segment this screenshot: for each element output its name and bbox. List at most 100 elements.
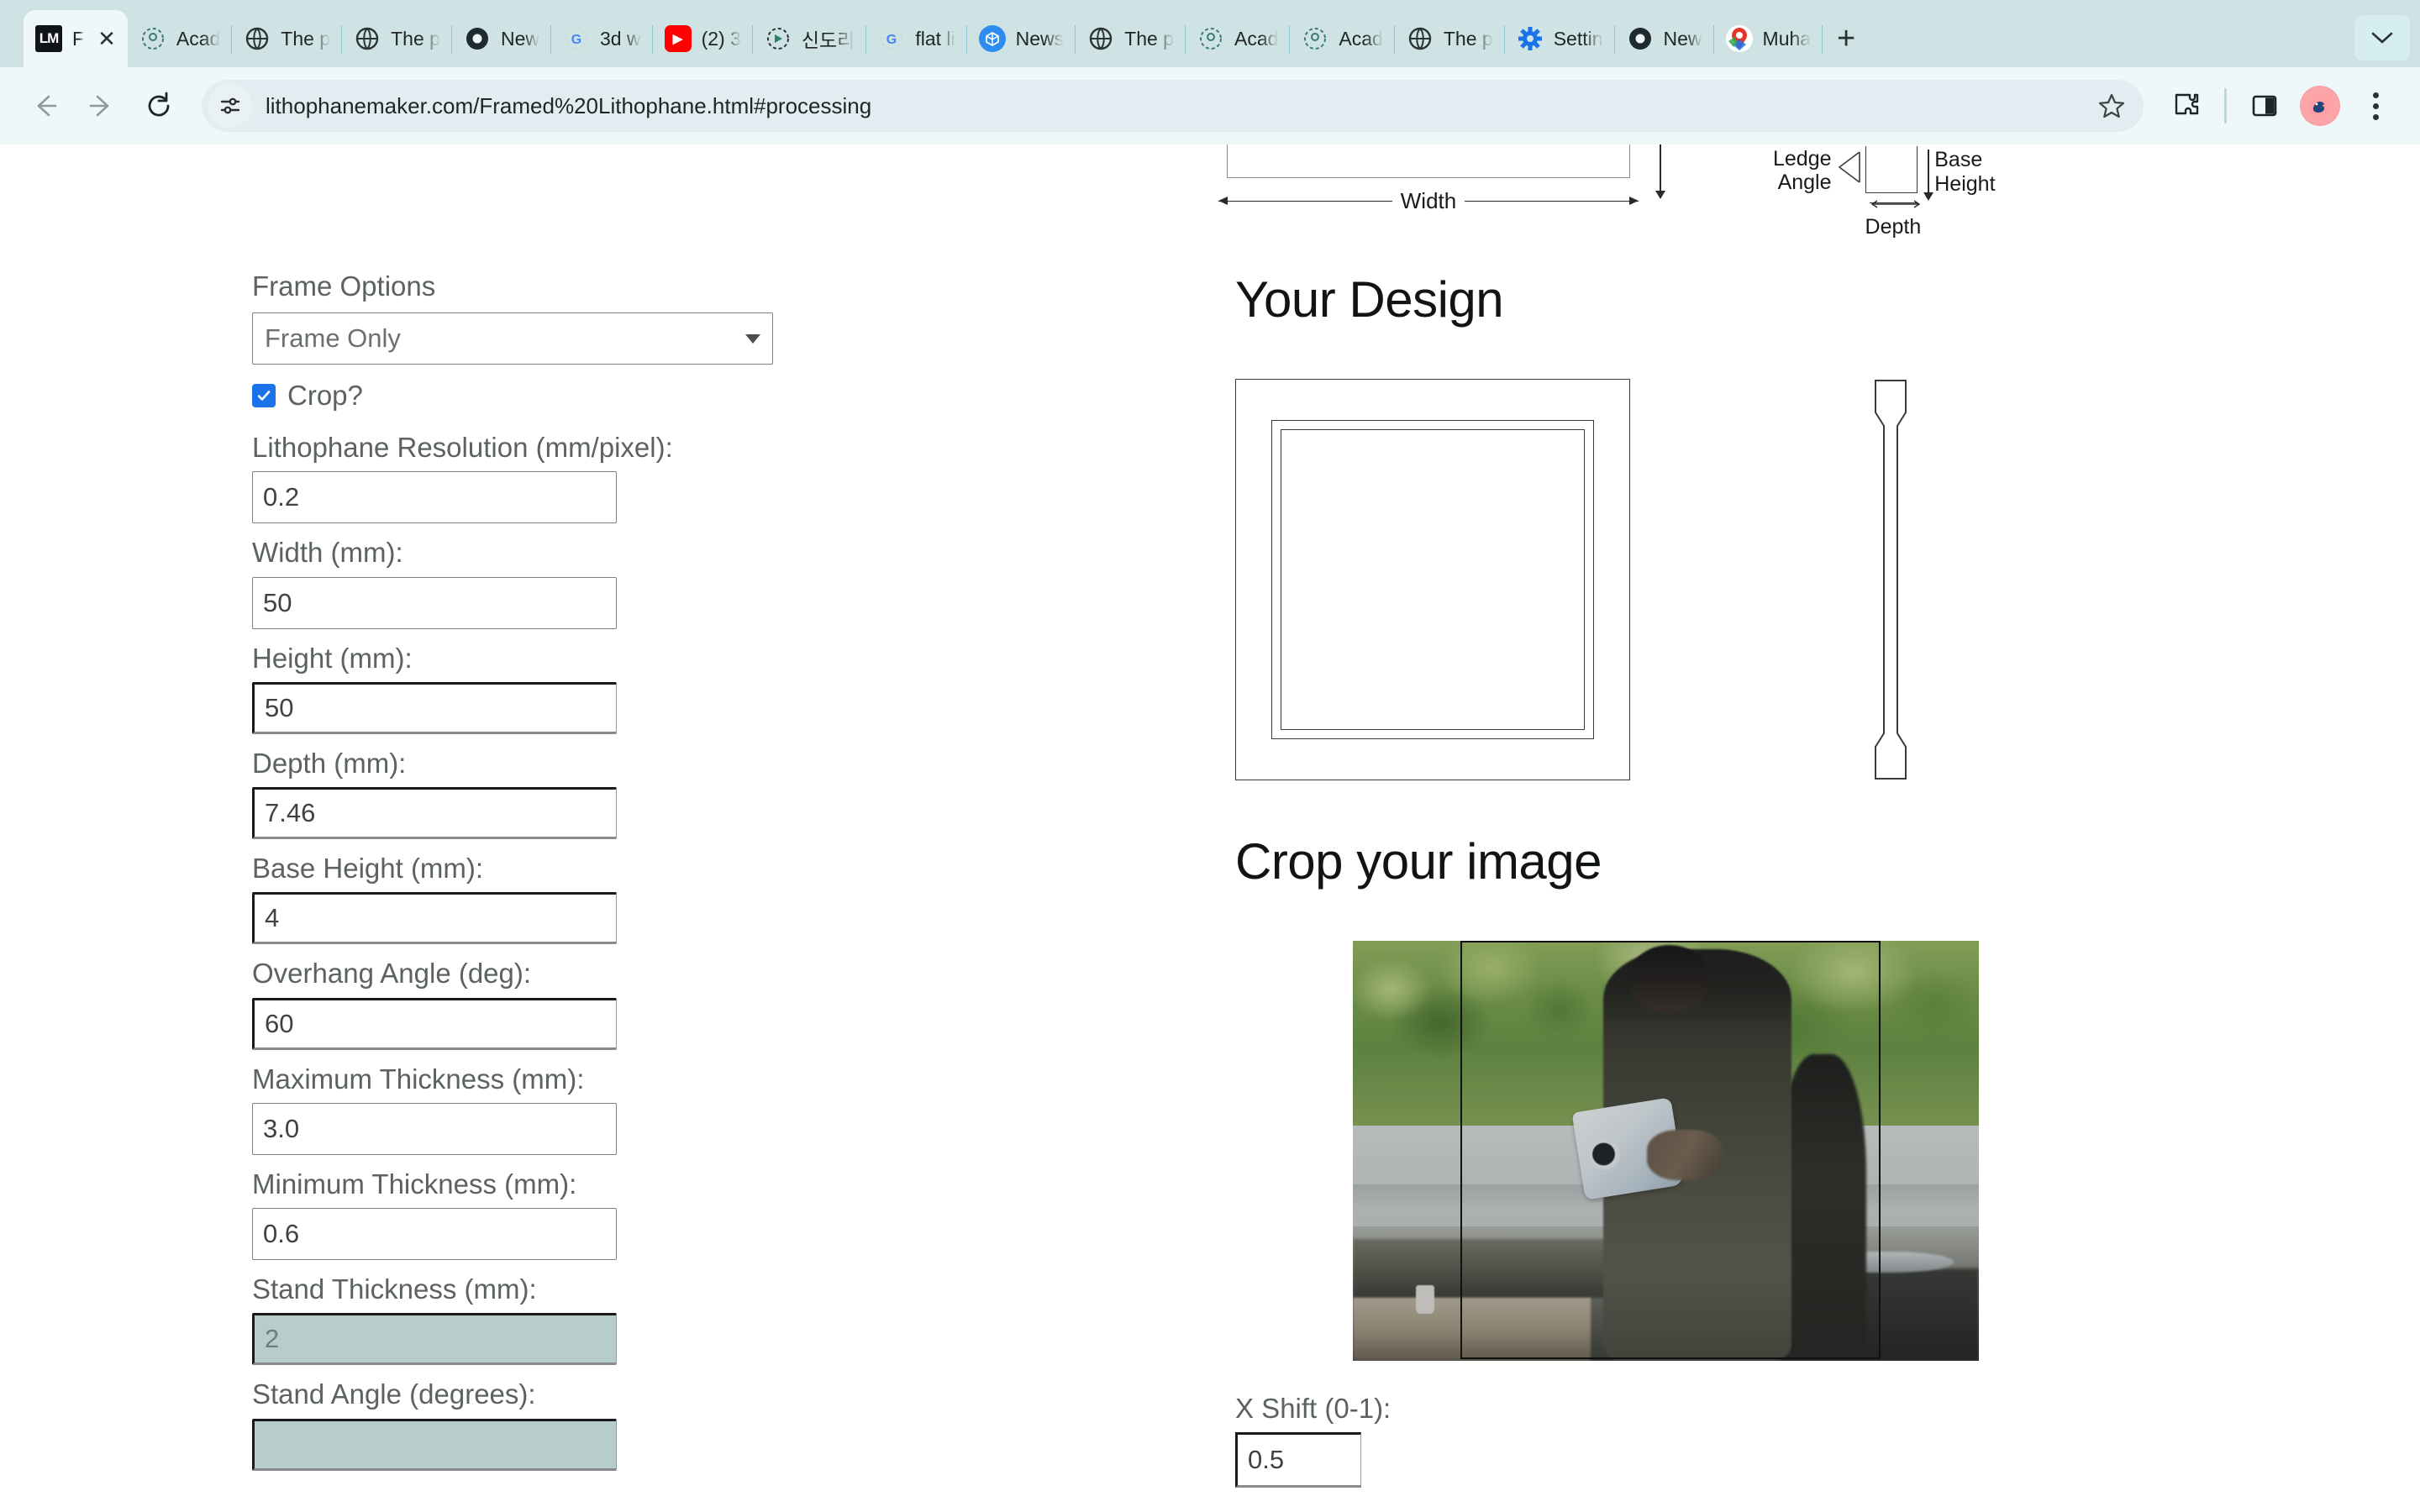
tab-framed-lithophane[interactable]: LM F ✕ [24, 10, 128, 67]
tab-label: Muha [1762, 27, 1812, 50]
tab-label: 3d w [599, 27, 641, 50]
arrow-right-icon [1465, 197, 1639, 205]
tab-label: Acad [176, 27, 221, 50]
height-label: Height (mm): [252, 642, 413, 674]
gear-icon [1517, 25, 1544, 52]
width-dimension-box [1227, 144, 1630, 178]
settings-form-column: Frame Options Frame Only Crop? Lithophan… [0, 144, 1202, 1512]
tab-label: Acad [1339, 27, 1383, 50]
profile-avatar[interactable] [2294, 80, 2346, 132]
globe-icon [1407, 25, 1434, 52]
maximum-thickness-label: Maximum Thickness (mm): [252, 1063, 585, 1095]
site-info-icon[interactable] [208, 84, 252, 128]
frame-inner-ring-1 [1271, 420, 1594, 739]
youtube-icon: ▶ [664, 25, 692, 52]
tab-label: New [1663, 27, 1702, 50]
tab-the-p-3[interactable]: The p [1076, 10, 1186, 67]
tab-youtube[interactable]: ▶ (2) 3 [653, 10, 753, 67]
tab-label: The p [1443, 27, 1493, 50]
width-dimension-label: Width [1400, 188, 1457, 213]
width-input[interactable]: 50 [252, 576, 617, 629]
frame-options-value: Frame Only [265, 323, 401, 353]
tab-settings[interactable]: Settin [1505, 10, 1615, 67]
google-icon: G [878, 25, 905, 52]
tab-label: F [72, 27, 85, 50]
globe-icon [354, 25, 381, 52]
base-height-group: Base Height [1923, 148, 1996, 201]
tab-acad-2[interactable]: Acad [1186, 10, 1291, 67]
frame-inner-ring-2 [1281, 429, 1585, 730]
frame-side-profile-preview [1857, 379, 1924, 780]
svg-text:G: G [571, 33, 581, 47]
forward-icon[interactable] [76, 80, 128, 132]
tab-acad-3[interactable]: Acad [1290, 10, 1395, 67]
crop-checkbox-row[interactable]: Crop? [252, 380, 1202, 412]
depth-input[interactable]: 7.46 [252, 787, 617, 839]
tab-new-1[interactable]: New [452, 10, 551, 67]
base-height-label: Base Height [1934, 148, 1996, 196]
reload-icon[interactable] [133, 80, 185, 132]
academia-icon [1197, 25, 1224, 52]
chrome-icon [464, 25, 491, 52]
tab-the-p-1[interactable]: The p [232, 10, 343, 67]
overhang-angle-input[interactable]: 60 [252, 997, 617, 1050]
browser-window: LM F ✕ Acad The p The p New G 3d w ▶ (2)… [0, 0, 2420, 1512]
base-height-input[interactable]: 4 [252, 892, 617, 945]
new-tab-button[interactable]: + [1823, 15, 1870, 62]
academia-icon [139, 25, 166, 52]
tab-flat-li[interactable]: G flat li [866, 10, 967, 67]
tab-the-p-4[interactable]: The p [1395, 10, 1505, 67]
chevron-down-icon[interactable] [2354, 15, 2410, 60]
url-text: lithophanemaker.com/Framed%20Lithophane.… [266, 92, 872, 118]
tab-new-2[interactable]: New [1615, 10, 1714, 67]
base-height-arrow-icon [1923, 150, 1934, 201]
depth-arrow-icon [1869, 198, 1921, 208]
stand-angle-input[interactable] [252, 1418, 617, 1471]
overhang-angle-label: Overhang Angle (deg): [252, 958, 532, 990]
chrome-menu-icon[interactable] [2349, 80, 2402, 132]
lithophane-resolution-input[interactable]: 0.2 [252, 471, 617, 524]
minimum-thickness-label: Minimum Thickness (mm): [252, 1168, 577, 1200]
lm-icon: LM [35, 25, 62, 52]
tab-label: New [500, 27, 539, 50]
close-icon[interactable]: ✕ [97, 28, 116, 50]
depth-label: Depth [1865, 215, 1922, 239]
your-design-title: Your Design [1235, 271, 1504, 328]
extensions-icon[interactable] [2160, 80, 2212, 132]
crop-checkbox[interactable] [252, 384, 276, 407]
stand-thickness-input[interactable]: 2 [252, 1313, 617, 1366]
depth-group: Depth [1865, 144, 1922, 239]
ledge-angle-triangle-icon [1838, 151, 1860, 183]
frame-options-select[interactable]: Frame Only [252, 312, 773, 365]
ledge-depth-base-group: Ledge Angle Depth Base Height [1773, 144, 1996, 239]
tab-the-p-2[interactable]: The p [342, 10, 452, 67]
tab-3d-w[interactable]: G 3d w [551, 10, 653, 67]
tab-korean[interactable]: 신도리 [753, 10, 867, 67]
side-panel-icon[interactable] [2238, 80, 2291, 132]
x-shift-group: X Shift (0-1): 0.5 [1202, 1391, 2420, 1488]
frame-front-preview [1235, 379, 1630, 780]
tab-news[interactable]: News [967, 10, 1076, 67]
height-input[interactable]: 50 [252, 681, 617, 734]
toolbar-actions [2160, 80, 2402, 132]
three-dots [2372, 92, 2379, 120]
width-arrow-row: Width [1218, 188, 1639, 214]
crop-preview-area[interactable] [1353, 941, 1979, 1361]
tab-label: Acad [1234, 27, 1279, 50]
arrow-left-icon [1218, 197, 1392, 205]
maximum-thickness-input[interactable]: 3.0 [252, 1102, 617, 1155]
back-icon[interactable] [18, 80, 71, 132]
bookmark-star-icon[interactable] [2088, 82, 2135, 129]
lithophane-resolution-label: Lithophane Resolution (mm/pixel): [252, 432, 673, 463]
x-shift-input[interactable]: 0.5 [1235, 1432, 1361, 1488]
tab-muha[interactable]: Muha [1714, 10, 1823, 67]
address-bar[interactable]: lithophanemaker.com/Framed%20Lithophane.… [202, 80, 2144, 132]
crop-image-section: Crop your image [1202, 832, 2420, 890]
tab-acad-1[interactable]: Acad [128, 10, 233, 67]
browser-toolbar: lithophanemaker.com/Framed%20Lithophane.… [0, 67, 2420, 144]
drive-icon [765, 25, 792, 52]
source-photo [1353, 941, 1979, 1361]
minimum-thickness-input[interactable]: 0.6 [252, 1208, 617, 1260]
width-dimension-group: Width [1218, 144, 1655, 214]
ledge-angle-label: Ledge Angle [1773, 147, 1832, 194]
